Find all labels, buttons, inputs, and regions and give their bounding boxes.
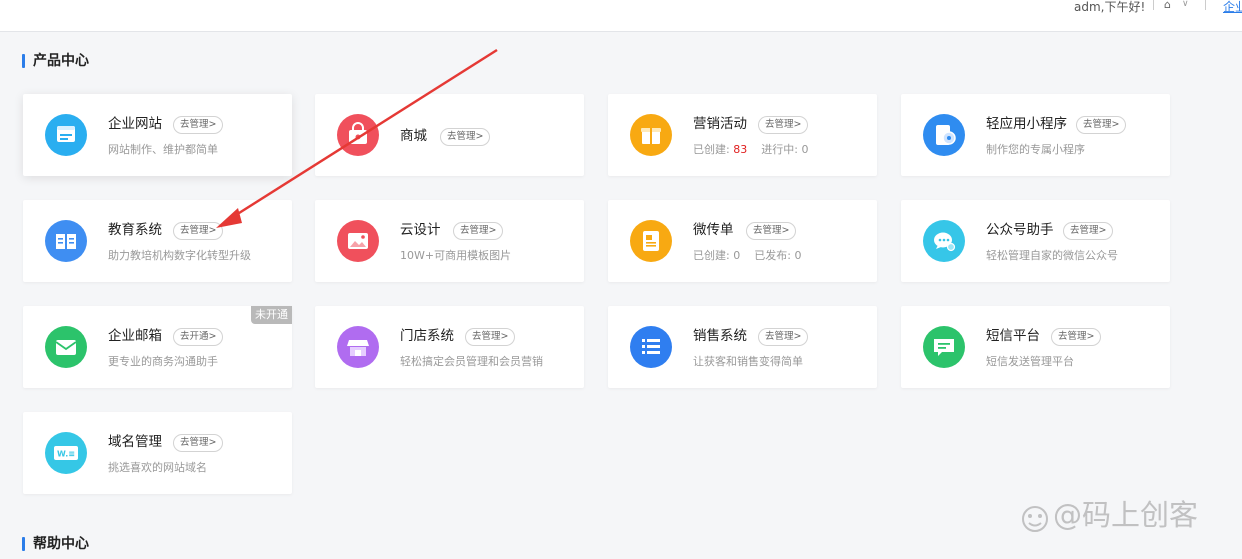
- manage-button[interactable]: 去管理>: [173, 434, 224, 452]
- card-title: 轻应用小程序: [986, 116, 1067, 132]
- product-card-website[interactable]: 企业网站 去管理> 网站制作、维护都简单: [23, 94, 292, 176]
- product-card-sales[interactable]: 销售系统 去管理> 让获客和销售变得简单: [608, 306, 877, 388]
- card-title: 公众号助手: [986, 222, 1054, 238]
- manage-button[interactable]: 去管理>: [173, 222, 224, 240]
- card-title: 企业网站: [108, 116, 162, 132]
- section-title-bar: [22, 54, 25, 68]
- manage-button[interactable]: 去管理>: [758, 116, 809, 134]
- card-title: 门店系统: [400, 328, 454, 344]
- product-card-education[interactable]: 教育系统 去管理> 助力教培机构数字化转型升级: [23, 200, 292, 282]
- greeting-text: adm,下午好!: [1074, 0, 1146, 14]
- divider: [1153, 0, 1154, 10]
- activate-button[interactable]: 去开通>: [173, 328, 224, 346]
- card-title: 域名管理: [108, 434, 162, 450]
- card-stats: 已创建: 83 进行中: 0: [693, 143, 809, 156]
- domain-icon-text: W.≡: [57, 450, 75, 459]
- product-card-shop[interactable]: 商城 去管理>: [315, 94, 584, 176]
- watermark-text: @码上创客: [1053, 498, 1199, 532]
- card-title: 微传单: [693, 222, 734, 238]
- book-icon: [45, 220, 87, 262]
- card-description: 10W+可商用模板图片: [400, 249, 512, 262]
- image-icon: [337, 220, 379, 262]
- divider: [1205, 0, 1206, 10]
- manage-button[interactable]: 去管理>: [1076, 116, 1127, 134]
- manage-button[interactable]: 去管理>: [173, 116, 224, 134]
- card-description: 更专业的商务沟通助手: [108, 355, 218, 368]
- card-description: 轻松管理自家的微信公众号: [986, 249, 1118, 262]
- manage-button[interactable]: 去管理>: [1051, 328, 1102, 346]
- website-icon: [45, 114, 87, 156]
- section-title-bar: [22, 537, 25, 551]
- card-title: 营销活动: [693, 116, 747, 132]
- section-title-text: 帮助中心: [33, 536, 89, 552]
- user-menu-icon[interactable]: ⌂: [1164, 0, 1171, 10]
- not-activated-badge: 未开通: [251, 306, 292, 324]
- card-title: 教育系统: [108, 222, 162, 238]
- card-description: 网站制作、维护都简单: [108, 143, 218, 156]
- manage-button[interactable]: 去管理>: [453, 222, 504, 240]
- card-description: 短信发送管理平台: [986, 355, 1074, 368]
- card-description: 助力教培机构数字化转型升级: [108, 249, 251, 262]
- manage-button[interactable]: 去管理>: [440, 128, 491, 146]
- manage-button[interactable]: 去管理>: [746, 222, 797, 240]
- card-description: 制作您的专属小程序: [986, 143, 1085, 156]
- card-stats: 已创建: 0 已发布: 0: [693, 249, 802, 262]
- mail-icon: [45, 326, 87, 368]
- list-icon: [630, 326, 672, 368]
- section-title-text: 产品中心: [33, 53, 89, 69]
- card-description: 让获客和销售变得简单: [693, 355, 803, 368]
- flyer-icon: [630, 220, 672, 262]
- manage-button[interactable]: 去管理>: [1063, 222, 1114, 240]
- enterprise-link[interactable]: 企业: [1223, 0, 1242, 14]
- top-bar: adm,下午好! ⌂ ∨ 企业: [0, 0, 1242, 32]
- card-description: 轻松搞定会员管理和会员营销: [400, 355, 543, 368]
- watermark-logo-icon: [1022, 506, 1048, 532]
- product-card-domain[interactable]: W.≡ 域名管理 去管理> 挑选喜欢的网站域名: [23, 412, 292, 494]
- card-title: 企业邮箱: [108, 328, 162, 344]
- product-card-store[interactable]: 门店系统 去管理> 轻松搞定会员管理和会员营销: [315, 306, 584, 388]
- product-card-cloud-design[interactable]: 云设计 去管理> 10W+可商用模板图片: [315, 200, 584, 282]
- card-description: 挑选喜欢的网站域名: [108, 461, 207, 474]
- product-card-mini-program[interactable]: 轻应用小程序 去管理> 制作您的专属小程序: [901, 94, 1170, 176]
- message-icon: [923, 326, 965, 368]
- store-icon: [337, 326, 379, 368]
- product-card-wechat-assistant[interactable]: 公众号助手 去管理> 轻松管理自家的微信公众号: [901, 200, 1170, 282]
- card-title: 云设计: [400, 222, 441, 238]
- shop-bag-icon: [337, 114, 379, 156]
- card-title: 销售系统: [693, 328, 747, 344]
- gift-icon: [630, 114, 672, 156]
- domain-icon: W.≡: [45, 432, 87, 474]
- product-card-flyer[interactable]: 微传单 去管理> 已创建: 0 已发布: 0: [608, 200, 877, 282]
- product-card-marketing[interactable]: 营销活动 去管理> 已创建: 83 进行中: 0: [608, 94, 877, 176]
- product-card-enterprise-mail[interactable]: 未开通 企业邮箱 去开通> 更专业的商务沟通助手: [23, 306, 292, 388]
- wechat-icon: [923, 220, 965, 262]
- card-title: 短信平台: [986, 328, 1040, 344]
- mini-program-icon: [923, 114, 965, 156]
- manage-button[interactable]: 去管理>: [758, 328, 809, 346]
- chevron-down-icon[interactable]: ∨: [1182, 0, 1189, 9]
- manage-button[interactable]: 去管理>: [465, 328, 516, 346]
- card-title: 商城: [400, 128, 427, 144]
- product-card-sms[interactable]: 短信平台 去管理> 短信发送管理平台: [901, 306, 1170, 388]
